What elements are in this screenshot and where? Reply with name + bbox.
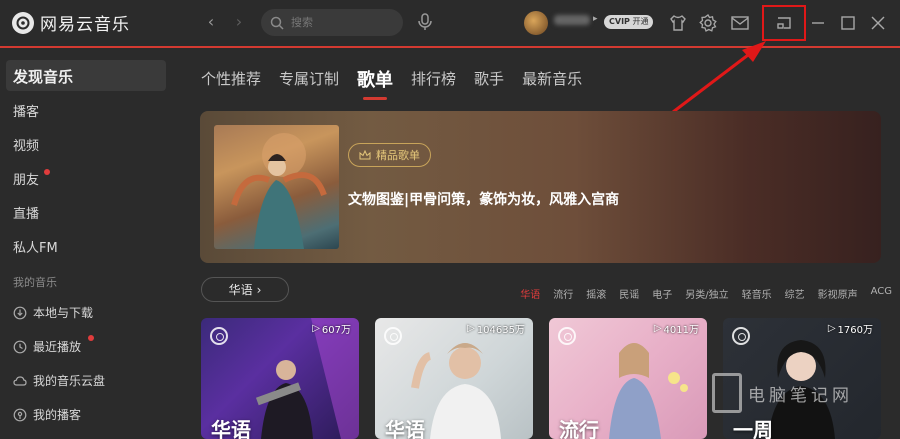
download-icon (13, 306, 27, 319)
play-triangle-icon: ▷ (467, 323, 475, 334)
sidebar-item-recent[interactable]: 最近播放 (13, 338, 81, 355)
category-tag-list: 华语 流行 摇滚 民谣 电子 另类/独立 轻音乐 综艺 影视原声 ACG (520, 286, 892, 301)
sidebar-item-video[interactable]: 视频 (13, 135, 39, 154)
card-label: 华语 (385, 418, 425, 439)
category-tag[interactable]: 影视原声 (818, 286, 858, 301)
close-icon[interactable] (867, 12, 889, 34)
crown-icon (359, 150, 371, 160)
app-logo[interactable]: 网易云音乐 (12, 10, 130, 35)
sidebar-item-label: 本地与下载 (33, 306, 94, 320)
gear-icon[interactable] (697, 12, 719, 34)
sidebar-item-label: 最近播放 (33, 340, 82, 354)
avatar[interactable] (524, 11, 548, 35)
play-count: ▷ 607万 (312, 323, 351, 336)
sidebar-item-live[interactable]: 直播 (13, 203, 39, 222)
play-count: ▷ 4011万 (653, 323, 699, 336)
category-tag[interactable]: 摇滚 (586, 286, 606, 301)
sidebar: 发现音乐 播客 视频 朋友 直播 私人FM 我的音乐 本地与下载 最近播放 我的… (0, 48, 184, 439)
category-select-button[interactable]: 华语 › (201, 277, 289, 302)
watermark-logo-icon (712, 373, 742, 413)
minimize-icon[interactable] (807, 12, 829, 34)
category-tag[interactable]: 另类/独立 (685, 286, 728, 301)
sidebar-item-my-podcast[interactable]: 我的播客 (13, 406, 81, 423)
play-triangle-icon: ▷ (653, 323, 662, 334)
sidebar-item-friends[interactable]: 朋友 (13, 169, 39, 188)
netease-logo-icon (12, 11, 34, 34)
play-triangle-icon: ▷ (312, 323, 320, 334)
search-input[interactable] (289, 15, 393, 30)
featured-banner[interactable]: 精品歌单 文物图鉴|甲骨问策，篆饰为妆，风雅入宫商 (200, 111, 881, 263)
banner-cover-image[interactable] (214, 125, 339, 249)
netease-small-logo-icon (384, 327, 402, 345)
play-count: ▷ 104635万 (467, 323, 525, 336)
sidebar-item-discover[interactable]: 发现音乐 (13, 66, 73, 87)
card-label: 一周 (733, 418, 773, 439)
tab-personal-recommend[interactable]: 个性推荐 (201, 68, 261, 94)
tab-artists[interactable]: 歌手 (474, 68, 504, 94)
my-music-header: 我的音乐 (13, 276, 57, 289)
user-menu-caret-icon[interactable]: ▸ (593, 14, 598, 24)
category-tag[interactable]: 民谣 (619, 286, 639, 301)
back-button[interactable]: ‹ (201, 12, 221, 32)
card-label: 华语 (211, 418, 251, 439)
sidebar-item-local-download[interactable]: 本地与下载 (13, 304, 93, 321)
highlight-box (762, 5, 806, 41)
sidebar-item-fm[interactable]: 私人FM (13, 237, 58, 256)
category-tag[interactable]: 流行 (553, 286, 573, 301)
clock-icon (13, 340, 27, 353)
notification-dot (44, 169, 50, 175)
cloud-icon (13, 375, 27, 386)
tab-bar: 个性推荐 专属订制 歌单 排行榜 歌手 最新音乐 (201, 66, 600, 100)
sidebar-item-podcast[interactable]: 播客 (13, 101, 39, 120)
maximize-icon[interactable] (837, 12, 859, 34)
notification-dot (88, 335, 94, 341)
chevron-right-icon: › (256, 282, 262, 297)
category-tag[interactable]: 华语 (520, 286, 540, 301)
netease-small-logo-icon (210, 327, 228, 345)
card-label: 流行 (559, 418, 599, 439)
playlist-card[interactable]: ▷ 104635万 华语 (375, 318, 533, 439)
microphone-icon[interactable] (416, 12, 434, 32)
category-tag[interactable]: 综艺 (785, 286, 805, 301)
podcast-icon (13, 408, 27, 421)
category-tag[interactable]: 轻音乐 (742, 286, 772, 301)
forward-button[interactable]: › (229, 12, 249, 32)
username-blurred[interactable] (554, 15, 590, 25)
sidebar-item-label: 我的音乐云盘 (33, 374, 106, 388)
tab-charts[interactable]: 排行榜 (411, 68, 456, 94)
tab-exclusive[interactable]: 专属订制 (279, 68, 339, 94)
banner-title: 文物图鉴|甲骨问策，篆饰为妆，风雅入宫商 (348, 192, 620, 208)
app-title: 网易云音乐 (40, 15, 130, 35)
play-count: ▷ 1760万 (827, 323, 873, 336)
site-watermark: 电脑笔记网 (712, 373, 853, 413)
category-tag[interactable]: 电子 (652, 286, 672, 301)
search-box[interactable] (261, 9, 403, 36)
sidebar-item-label: 我的播客 (33, 408, 82, 422)
category-tag[interactable]: ACG (871, 286, 892, 301)
play-triangle-icon: ▷ (827, 323, 836, 334)
premium-playlist-badge: 精品歌单 (348, 143, 431, 167)
playlist-card[interactable]: ▷ 607万 华语 (201, 318, 359, 439)
tab-new-music[interactable]: 最新音乐 (522, 68, 582, 94)
sidebar-item-cloud[interactable]: 我的音乐云盘 (13, 372, 105, 389)
mail-icon[interactable] (729, 12, 751, 34)
tab-playlists[interactable]: 歌单 (357, 66, 393, 100)
vip-badge[interactable]: CVIP 开通 (604, 15, 654, 29)
search-icon (270, 16, 284, 30)
netease-small-logo-icon (732, 327, 750, 345)
playlist-card[interactable]: ▷ 4011万 流行 (549, 318, 707, 439)
netease-small-logo-icon (558, 327, 576, 345)
skin-tshirt-icon[interactable] (667, 12, 689, 34)
